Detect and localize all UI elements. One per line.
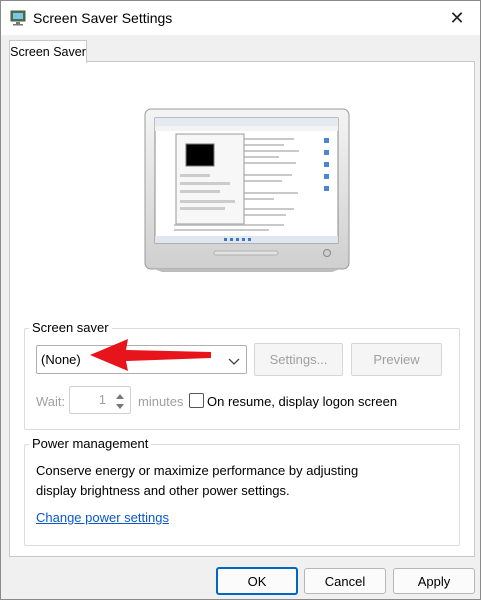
chevron-down-icon — [228, 354, 240, 369]
preview-button[interactable]: Preview — [351, 343, 442, 376]
close-button[interactable]: ✕ — [434, 1, 480, 35]
screen-saver-selected-value: (None) — [41, 352, 81, 367]
cancel-button[interactable]: Cancel — [304, 568, 386, 594]
window-title: Screen Saver Settings — [33, 10, 173, 26]
screen-saver-app-icon — [10, 10, 26, 26]
change-power-settings-link[interactable]: Change power settings — [36, 510, 169, 525]
stepper-down-icon[interactable] — [112, 400, 128, 410]
tab-screen-saver[interactable]: Screen Saver — [9, 40, 87, 63]
power-description-line1: Conserve energy or maximize performance … — [36, 463, 359, 478]
tab-panel: Screen saver (None) Settings... Preview … — [9, 61, 475, 557]
title-bar: Screen Saver Settings ✕ — [1, 1, 480, 35]
stepper-up-icon[interactable] — [112, 389, 128, 399]
settings-button[interactable]: Settings... — [254, 343, 343, 376]
minutes-label: minutes — [138, 394, 184, 409]
monitor-preview — [144, 108, 350, 273]
apply-button[interactable]: Apply — [393, 568, 475, 594]
ok-button[interactable]: OK — [216, 567, 298, 595]
wait-value: 1 — [98, 392, 106, 407]
power-management-group-label: Power management — [29, 436, 152, 451]
wait-label: Wait: — [36, 394, 66, 409]
close-icon: ✕ — [449, 7, 465, 28]
resume-checkbox-label[interactable]: On resume, display logon screen — [207, 394, 397, 409]
screen-saver-group-label: Screen saver — [29, 320, 112, 335]
screen-saver-settings-window: Screen Saver Settings ✕ Screen Saver Scr… — [0, 0, 481, 600]
red-arrow-annotation — [88, 336, 213, 374]
wait-stepper[interactable]: 1 — [69, 386, 131, 414]
resume-checkbox[interactable] — [189, 393, 204, 408]
power-description-line2: display brightness and other power setti… — [36, 483, 290, 498]
